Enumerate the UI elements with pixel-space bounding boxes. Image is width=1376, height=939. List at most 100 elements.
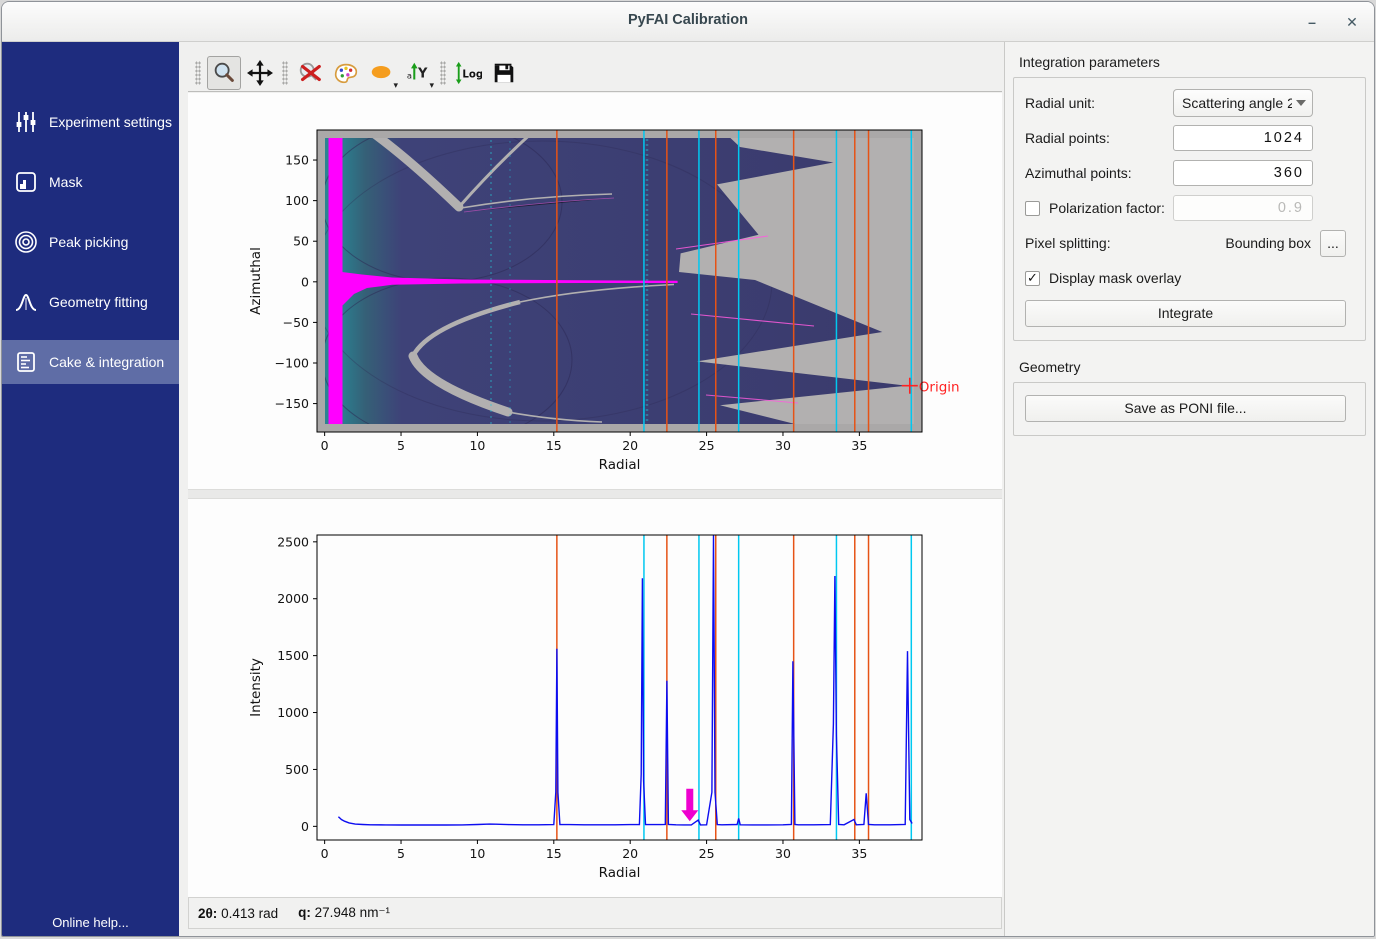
mask-overlay-label: Display mask overlay (1049, 270, 1181, 286)
mask-overlay-row: ✓ Display mask overlay (1025, 264, 1346, 292)
pan-arrows-icon (247, 60, 273, 86)
integrate-button[interactable]: Integrate (1025, 300, 1346, 327)
polarization-label: Polarization factor: (1049, 200, 1165, 216)
log-scale-button[interactable]: Log (451, 56, 485, 90)
svg-text:Azimuthal: Azimuthal (248, 247, 264, 315)
sidebar-item-peak-picking[interactable]: Peak picking (2, 220, 179, 264)
app-window: PyFAI Calibration – ✕ Experiment setting… (1, 1, 1375, 937)
radial-unit-value: Scattering angle 2 (1182, 95, 1292, 111)
cake-plot[interactable]: Origin 05101520253035−150−100−5005010015… (242, 112, 1002, 482)
title-bar: PyFAI Calibration – ✕ (2, 2, 1374, 42)
log-icon: Log (454, 60, 482, 86)
polarization-checkbox[interactable] (1025, 201, 1040, 216)
radial-points-row: Radial points: (1025, 124, 1346, 152)
toolbar-separator (440, 61, 446, 85)
integrated-intensity-plot[interactable]: 0510152025303505001000150020002500Radial… (242, 522, 1002, 892)
pixel-splitting-more-button[interactable]: ... (1320, 230, 1346, 257)
status-bar: 2θ: 0.413 rad q: 27.948 nm⁻¹ (188, 897, 1002, 929)
radial-points-label: Radial points: (1025, 130, 1173, 146)
svg-text:0: 0 (301, 274, 309, 289)
svg-text:25: 25 (699, 846, 715, 861)
online-help-link[interactable]: Online help... (2, 915, 179, 930)
svg-text:2000: 2000 (277, 591, 309, 606)
svg-text:−150: −150 (275, 396, 309, 411)
minimize-button[interactable]: – (1298, 10, 1326, 34)
svg-text:1500: 1500 (277, 648, 309, 663)
svg-text:20: 20 (622, 846, 638, 861)
svg-text:30: 30 (775, 846, 791, 861)
svg-text:25: 25 (699, 438, 715, 453)
save-poni-button[interactable]: Save as PONI file... (1025, 395, 1346, 422)
svg-text:10: 10 (469, 438, 485, 453)
close-button[interactable]: ✕ (1338, 10, 1366, 34)
y-axis-icon: a Y (405, 60, 431, 86)
mask-tool-button[interactable]: ▾ (365, 56, 399, 90)
colormap-button[interactable] (329, 56, 363, 90)
svg-text:100: 100 (285, 193, 309, 208)
magnifier-x-icon (297, 60, 323, 86)
sidebar-item-geometry-fitting[interactable]: Geometry fitting (2, 280, 179, 324)
sidebar-item-mask[interactable]: Mask (2, 160, 179, 204)
svg-text:20: 20 (622, 438, 638, 453)
peak-curve-icon (14, 290, 38, 314)
svg-text:50: 50 (293, 234, 309, 249)
svg-text:Radial: Radial (599, 457, 641, 473)
sidebar-item-label: Experiment settings (49, 114, 172, 130)
sidebar-item-label: Geometry fitting (49, 294, 148, 310)
pixel-splitting-label: Pixel splitting: (1025, 235, 1225, 251)
integration-parameters-group: Radial unit: Scattering angle 2 Radial p… (1013, 77, 1366, 341)
integrate-row: Integrate (1025, 299, 1346, 327)
sidebar-item-experiment-settings[interactable]: Experiment settings (2, 100, 179, 144)
cake-image (312, 122, 922, 442)
plot-toolbar: ▾ a Y ▾ Log (188, 54, 1002, 92)
radial-unit-row: Radial unit: Scattering angle 2 (1025, 89, 1346, 117)
sidebar: Experiment settings Mask Peak picking Ge… (2, 42, 179, 936)
right-panel: Integration parameters Radial unit: Scat… (1004, 42, 1374, 936)
zoom-button[interactable] (207, 56, 241, 90)
sliders-icon (14, 110, 38, 134)
svg-text:30: 30 (775, 438, 791, 453)
svg-text:Y: Y (417, 66, 428, 81)
azimuthal-points-row: Azimuthal points: (1025, 159, 1346, 187)
integration-parameters-title: Integration parameters (1019, 54, 1366, 70)
sidebar-item-cake-integration[interactable]: Cake & integration (2, 340, 179, 384)
svg-text:Intensity: Intensity (248, 658, 264, 717)
svg-text:15: 15 (546, 438, 562, 453)
main-area: ▾ a Y ▾ Log (179, 42, 1004, 936)
toolbar-drag-handle[interactable] (195, 61, 201, 85)
svg-text:1000: 1000 (277, 705, 309, 720)
svg-text:Log: Log (462, 69, 482, 80)
intensity-curve (338, 535, 912, 825)
azimuthal-points-label: Azimuthal points: (1025, 165, 1173, 181)
radial-points-input[interactable] (1173, 125, 1313, 151)
chevron-down-icon: ▾ (393, 80, 398, 91)
sidebar-item-label: Peak picking (49, 234, 128, 250)
window-title: PyFAI Calibration (2, 12, 1374, 28)
y-axis-scale-button[interactable]: a Y ▾ (401, 56, 435, 90)
horizontal-splitter[interactable] (188, 489, 1002, 499)
toolbar-separator (282, 61, 288, 85)
radial-unit-select[interactable]: Scattering angle 2 (1173, 89, 1313, 117)
two-theta-readout: 2θ: 0.413 rad (198, 906, 278, 921)
origin-annotation: Origin (919, 380, 960, 396)
polarization-row: Polarization factor: (1025, 194, 1346, 222)
mask-overlay-checkbox[interactable]: ✓ (1025, 271, 1040, 286)
zoom-reset-button[interactable] (293, 56, 327, 90)
polarization-label-wrap: Polarization factor: (1025, 200, 1173, 216)
save-button[interactable] (487, 56, 521, 90)
azimuthal-points-input[interactable] (1173, 160, 1313, 186)
palette-icon (333, 60, 359, 86)
chevron-down-icon (1296, 100, 1306, 106)
geometry-group: Save as PONI file... (1013, 382, 1366, 436)
pan-button[interactable] (243, 56, 277, 90)
svg-text:0: 0 (321, 438, 329, 453)
svg-text:−100: −100 (275, 355, 309, 370)
svg-text:0: 0 (301, 819, 309, 834)
svg-text:0: 0 (321, 846, 329, 861)
polarization-factor-input[interactable] (1173, 195, 1313, 221)
radial-unit-label: Radial unit: (1025, 95, 1173, 111)
cake-list-icon (14, 350, 38, 374)
svg-text:5: 5 (397, 846, 405, 861)
magnifier-icon (211, 60, 237, 86)
pixel-splitting-value: Bounding box (1225, 235, 1311, 251)
